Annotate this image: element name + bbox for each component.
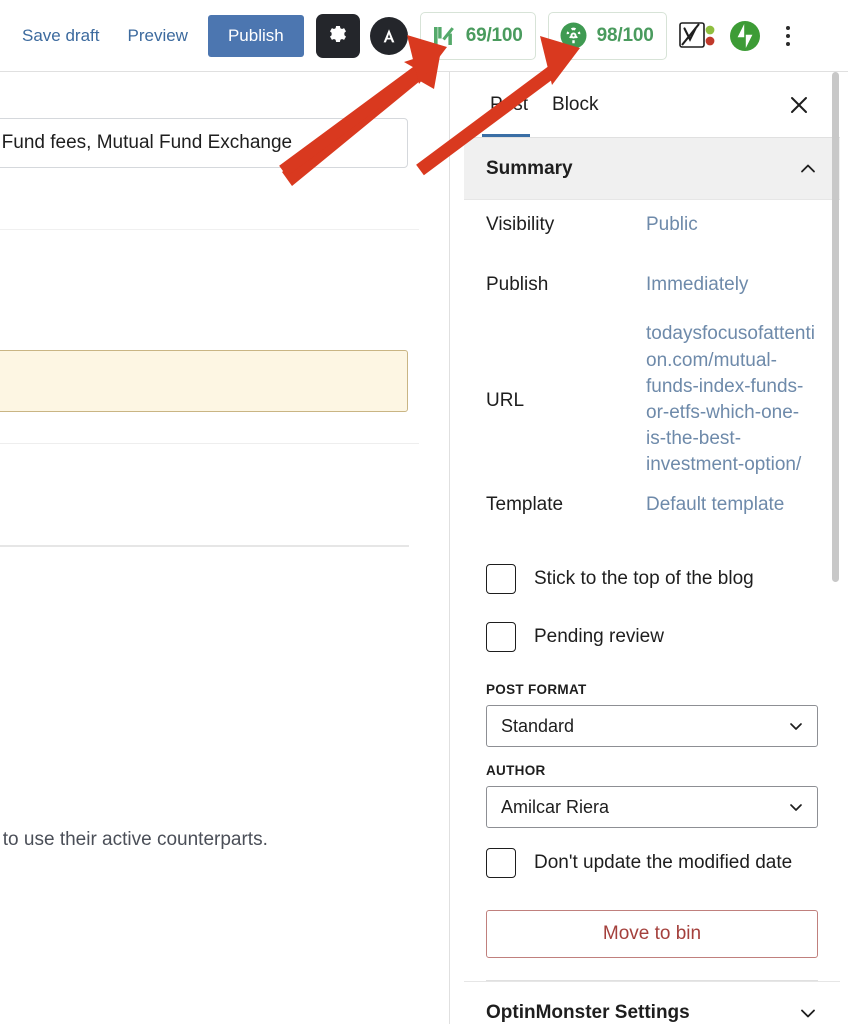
keyword-input[interactable]: ETF, Mutual Fund fees, Mutual Fund Excha… bbox=[0, 118, 408, 168]
save-draft-button[interactable]: Save draft bbox=[8, 18, 114, 54]
jetpack-button[interactable] bbox=[729, 20, 761, 52]
sticky-post-row: Stick to the top of the blog bbox=[486, 550, 818, 608]
app-root: Save draft Preview Publish 69/100 98/100… bbox=[0, 0, 848, 1024]
preview-button[interactable]: Preview bbox=[114, 18, 202, 54]
modified-date-checkbox[interactable] bbox=[486, 848, 516, 878]
keyword-input-value: ETF, Mutual Fund fees, Mutual Fund Excha… bbox=[0, 132, 293, 153]
chevron-down-icon bbox=[790, 723, 802, 730]
url-label: URL bbox=[486, 390, 525, 411]
more-options-button[interactable] bbox=[775, 16, 801, 56]
chevron-down-icon bbox=[801, 1009, 815, 1017]
pending-review-checkbox[interactable] bbox=[486, 622, 516, 652]
post-settings-sidebar: Post Block Summary Visibility Public Pub… bbox=[449, 72, 848, 1024]
sidebar-tab-bar: Post Block bbox=[464, 72, 840, 138]
tab-post[interactable]: Post bbox=[480, 74, 542, 137]
content-divider-middle bbox=[0, 443, 419, 444]
content-divider-top bbox=[0, 229, 419, 230]
post-format-label: POST FORMAT bbox=[486, 682, 587, 697]
seo-score-value: 69/100 bbox=[465, 24, 523, 46]
circle-a-icon bbox=[383, 28, 395, 42]
author-label: AUTHOR bbox=[486, 763, 546, 778]
post-format-select[interactable]: Standard bbox=[486, 705, 818, 747]
jetpack-bolt-icon bbox=[729, 20, 760, 51]
move-to-bin-button[interactable]: Move to bin bbox=[486, 910, 818, 958]
sticky-post-checkbox[interactable] bbox=[486, 564, 516, 594]
summary-row-template: Template Default template bbox=[486, 480, 818, 540]
kebab-dot bbox=[785, 25, 790, 30]
rankmath-check-icon bbox=[433, 26, 454, 45]
close-icon bbox=[791, 96, 807, 113]
kebab-dot bbox=[785, 33, 790, 38]
pending-review-row: Pending review bbox=[486, 608, 818, 666]
callout-block[interactable] bbox=[0, 350, 408, 412]
gear-icon bbox=[329, 25, 346, 42]
visibility-value-button[interactable]: Public bbox=[646, 212, 698, 238]
summary-row-publish: Publish Immediately bbox=[486, 260, 818, 320]
sidebar-scrollbar[interactable] bbox=[832, 72, 839, 582]
kebab-dot bbox=[785, 41, 790, 46]
chevron-down-icon bbox=[790, 804, 802, 811]
chevron-up-icon bbox=[801, 164, 815, 172]
yoast-seo-icon bbox=[678, 21, 714, 48]
summary-row-visibility: Visibility Public bbox=[486, 200, 818, 260]
author-value: Amilcar Riera bbox=[501, 796, 610, 817]
editor-toolbar: Save draft Preview Publish 69/100 98/100 bbox=[0, 0, 848, 72]
post-format-value: Standard bbox=[501, 715, 575, 736]
seo-score-badge[interactable]: 69/100 bbox=[419, 11, 536, 60]
editor-content-column: ETF, Mutual Fund fees, Mutual Fund Excha… bbox=[0, 72, 449, 1024]
url-value-button[interactable]: todaysfocusofattention.com/mutual-funds-… bbox=[646, 321, 818, 478]
visibility-label: Visibility bbox=[486, 214, 555, 235]
readability-score-value: 98/100 bbox=[596, 24, 654, 46]
green-gear-circle-icon bbox=[560, 22, 587, 49]
yoast-seo-button[interactable] bbox=[678, 19, 717, 53]
close-sidebar-button[interactable] bbox=[782, 88, 816, 122]
summary-row-url: URL todaysfocusofattention.com/mutual-fu… bbox=[486, 320, 818, 480]
summary-panel-title: Summary bbox=[486, 157, 573, 179]
publish-label: Publish bbox=[486, 274, 549, 295]
settings-gear-button[interactable] bbox=[315, 13, 360, 58]
author-select[interactable]: Amilcar Riera bbox=[486, 786, 818, 828]
body-paragraph-fragment: y to use their active counterparts. bbox=[0, 829, 268, 850]
modified-date-label[interactable]: Don't update the modified date bbox=[534, 852, 792, 874]
content-divider-lower bbox=[0, 545, 409, 547]
readability-score-badge[interactable]: 98/100 bbox=[547, 11, 667, 60]
publish-button[interactable]: Publish bbox=[207, 14, 304, 57]
template-value-button[interactable]: Default template bbox=[646, 492, 784, 518]
pending-review-label[interactable]: Pending review bbox=[534, 626, 664, 648]
publish-value-button[interactable]: Immediately bbox=[646, 272, 748, 298]
summary-panel-body: Visibility Public Publish Immediately UR… bbox=[464, 200, 840, 981]
template-label: Template bbox=[486, 494, 564, 515]
brand-avatar-button[interactable] bbox=[369, 16, 408, 55]
tab-block[interactable]: Block bbox=[542, 74, 612, 136]
optinmonster-panel-header[interactable]: OptinMonster Settings bbox=[464, 981, 840, 1024]
summary-panel-header[interactable]: Summary bbox=[464, 138, 840, 200]
optinmonster-panel-title: OptinMonster Settings bbox=[486, 1001, 690, 1023]
modified-date-row: Don't update the modified date bbox=[486, 834, 818, 892]
sticky-post-label[interactable]: Stick to the top of the blog bbox=[534, 568, 754, 590]
